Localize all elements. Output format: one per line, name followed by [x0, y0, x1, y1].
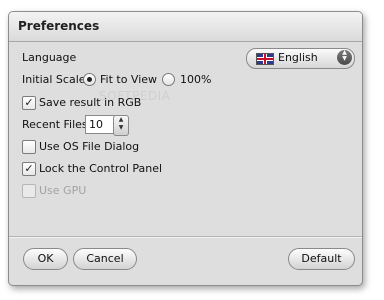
cancel-button[interactable]: Cancel — [73, 248, 137, 270]
language-selected-value: English — [278, 51, 318, 64]
save-rgb-checkbox[interactable]: ✓ — [22, 96, 36, 110]
select-arrows-icon: ▲ ▼ — [337, 50, 352, 65]
100-percent-radio[interactable] — [162, 73, 175, 86]
use-gpu-checkbox — [22, 184, 36, 198]
title-bar[interactable]: Preferences — [9, 12, 362, 42]
checkmark-icon: ✓ — [24, 162, 34, 175]
fit-to-view-radio[interactable] — [83, 73, 96, 86]
os-file-dialog-checkbox[interactable] — [22, 140, 36, 154]
preferences-dialog: Preferences SOFTPEDIA Language English ▲… — [8, 11, 363, 286]
language-select[interactable]: English ▲ ▼ — [246, 48, 355, 69]
recent-files-stepper[interactable]: ▲ ▼ — [113, 115, 129, 136]
stepper-up-icon[interactable]: ▲ — [119, 116, 124, 123]
default-button[interactable]: Default — [288, 248, 355, 270]
initial-scale-label: Initial Scale — [22, 73, 86, 86]
dialog-title: Preferences — [18, 19, 100, 33]
ok-button[interactable]: OK — [23, 248, 68, 270]
lock-panel-label[interactable]: Lock the Control Panel — [39, 162, 162, 175]
fit-to-view-label[interactable]: Fit to View — [100, 73, 157, 86]
os-file-dialog-label[interactable]: Use OS File Dialog — [39, 140, 139, 153]
use-gpu-label: Use GPU — [39, 184, 87, 197]
save-rgb-label[interactable]: Save result in RGB — [39, 96, 141, 109]
uk-flag-icon — [256, 53, 274, 65]
100-percent-label[interactable]: 100% — [180, 73, 211, 86]
radio-selected-dot-icon — [87, 77, 92, 82]
language-label: Language — [22, 51, 77, 64]
recent-files-input[interactable]: 10 — [85, 115, 115, 134]
lock-panel-checkbox[interactable]: ✓ — [22, 162, 36, 176]
separator-highlight — [9, 237, 362, 238]
recent-files-label: Recent Files — [22, 118, 88, 131]
stepper-down-icon[interactable]: ▼ — [119, 124, 124, 131]
checkmark-icon: ✓ — [24, 96, 34, 109]
